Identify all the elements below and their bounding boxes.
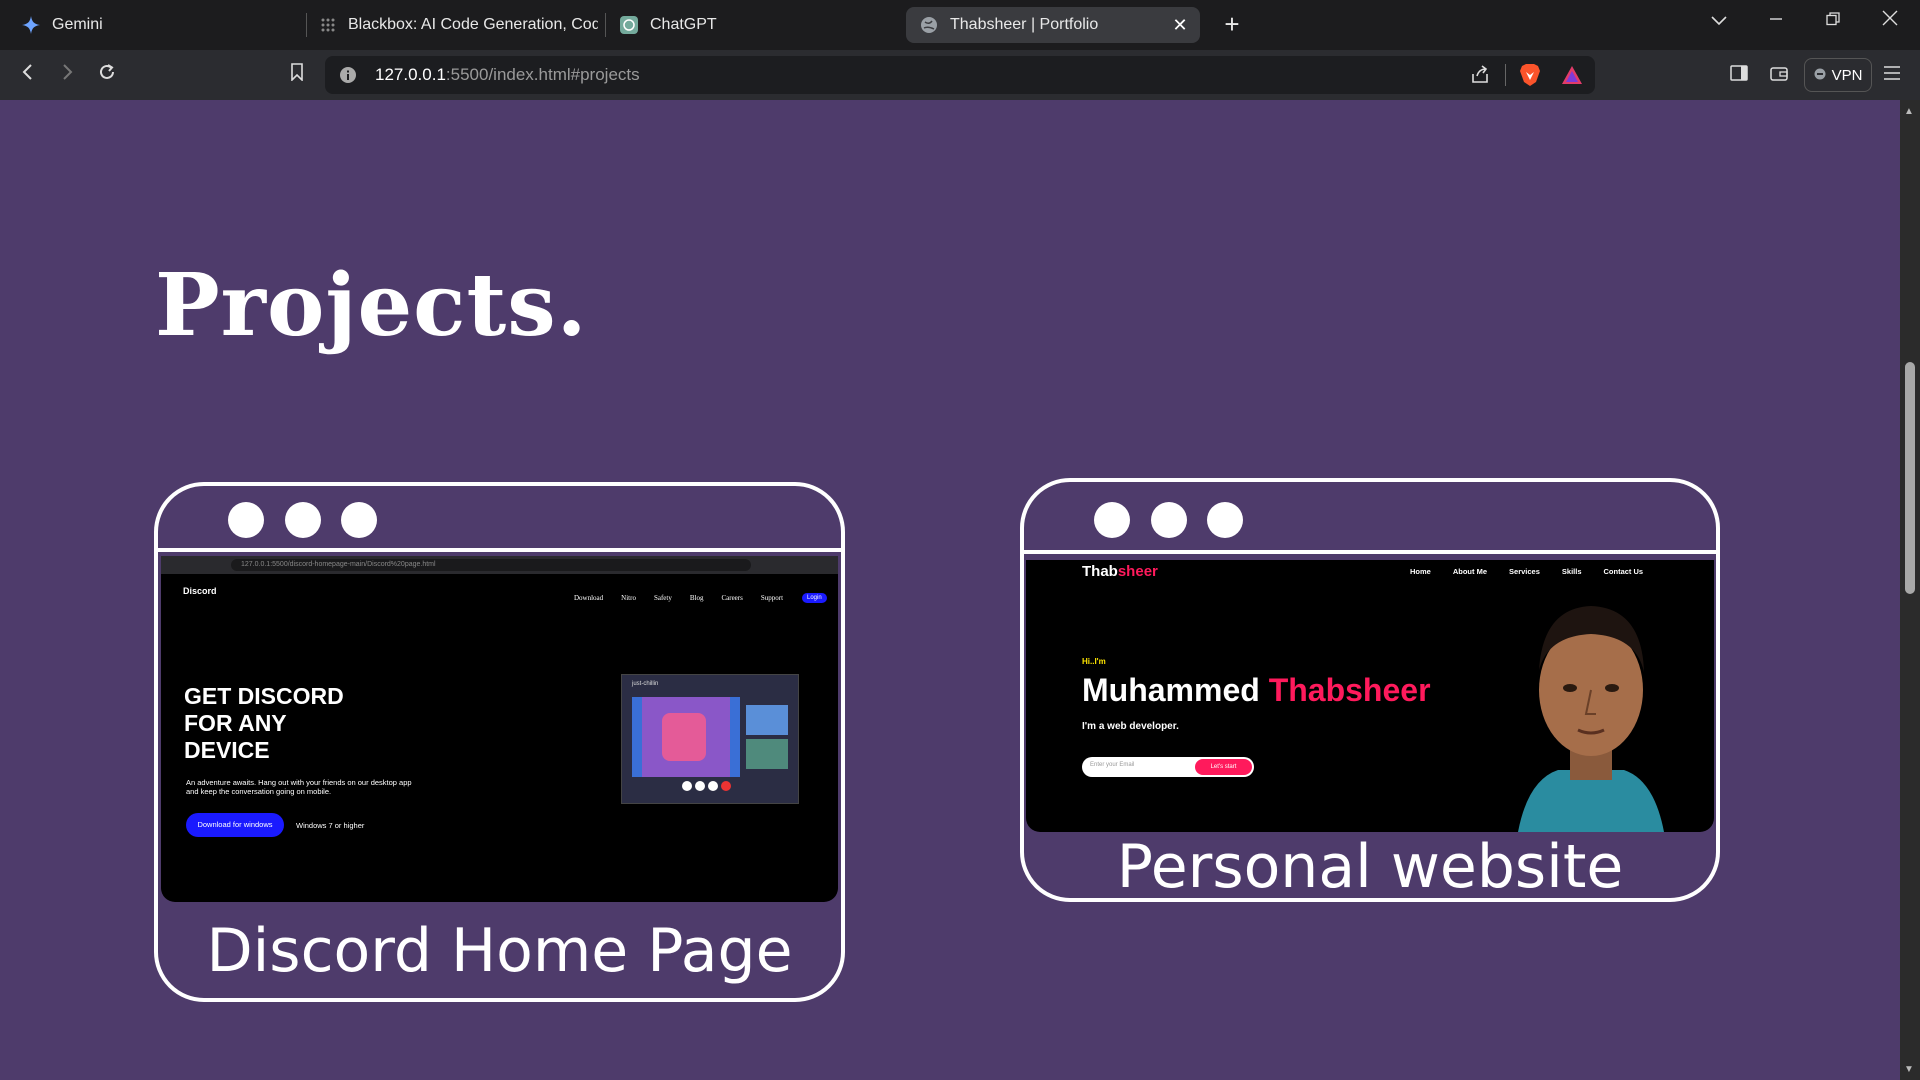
restore-icon[interactable] — [1813, 5, 1853, 35]
menu-icon[interactable] — [1877, 61, 1907, 89]
preview-logo: Thabsheer — [1082, 563, 1158, 580]
preview-download-button: Download for windows — [186, 813, 284, 837]
vpn-button[interactable]: VPN — [1804, 58, 1872, 92]
vpn-status-icon — [1814, 67, 1826, 84]
tab-gemini[interactable]: Gemini — [22, 7, 302, 43]
new-tab-button[interactable]: + — [1217, 10, 1247, 40]
preview-video-tile — [746, 739, 788, 769]
preview-discord-logo: Discord — [183, 586, 217, 596]
preview-body: An adventure awaits. Hang out with your … — [186, 778, 412, 796]
preview-portrait — [1518, 590, 1664, 832]
tab-title: ChatGPT — [650, 16, 717, 33]
preview-url: 127.0.0.1:5500/discord-homepage-main/Dis… — [231, 559, 751, 571]
tab-divider — [605, 13, 606, 37]
close-window-icon[interactable] — [1870, 5, 1910, 35]
page-viewport: Projects. 127.0.0.1:5500/discord-homepag… — [0, 100, 1900, 1080]
scroll-up-icon[interactable]: ▲ — [1904, 106, 1914, 117]
preview-video-tile — [632, 697, 740, 777]
portfolio-preview-screenshot: Thabsheer Home About Me Services Skills … — [1026, 560, 1714, 832]
brave-shields-icon[interactable] — [1519, 63, 1541, 92]
scrollbar-thumb[interactable] — [1905, 362, 1915, 594]
project-title: Personal website — [1116, 832, 1624, 902]
blackbox-icon — [320, 16, 336, 34]
globe-icon — [920, 16, 938, 34]
url-text: 127.0.0.1:5500/index.html#projects — [375, 65, 640, 84]
tab-title: Blackbox: AI Code Generation, Code — [348, 16, 598, 33]
preview-nav: Download Nitro Safety Blog Careers Suppo… — [574, 594, 784, 602]
minimize-icon[interactable] — [1756, 5, 1796, 35]
bookmark-icon[interactable] — [282, 61, 312, 89]
card-window-bar — [158, 486, 841, 552]
forward-icon[interactable] — [52, 61, 82, 89]
preview-headline: GET DISCORD FOR ANY DEVICE — [184, 683, 344, 763]
reload-icon[interactable] — [92, 61, 122, 89]
preview-name: Muhammed Thabsheer — [1082, 672, 1431, 708]
tab-portfolio[interactable]: Thabsheer | Portfolio ✕ — [906, 7, 1200, 43]
chatgpt-icon — [620, 16, 638, 34]
tab-divider — [306, 13, 307, 37]
window-dot — [1207, 502, 1243, 538]
browser-toolbar: 127.0.0.1:5500/index.html#projects VPN — [0, 50, 1920, 100]
window-dot — [1094, 502, 1130, 538]
divider — [1505, 64, 1506, 86]
preview-requirement: Windows 7 or higher — [296, 821, 365, 830]
window-dot — [341, 502, 377, 538]
back-icon[interactable] — [13, 61, 43, 89]
preview-login: Login — [802, 593, 827, 603]
address-bar[interactable]: 127.0.0.1:5500/index.html#projects — [325, 56, 1595, 94]
scrollbar[interactable]: ▲ ▼ — [1900, 100, 1920, 1080]
preview-tagline: I'm a web developer. — [1082, 721, 1179, 732]
brave-rewards-icon[interactable] — [1561, 65, 1583, 90]
site-info-icon[interactable] — [339, 66, 357, 89]
project-title: Discord Home Page — [206, 916, 793, 986]
project-card-personal-website[interactable]: Thabsheer Home About Me Services Skills … — [1020, 478, 1720, 902]
preview-greeting: Hi..I'm — [1082, 657, 1106, 666]
tab-chatgpt[interactable]: ChatGPT — [620, 7, 880, 43]
project-card-discord[interactable]: 127.0.0.1:5500/discord-homepage-main/Dis… — [154, 482, 845, 1002]
window-dot — [228, 502, 264, 538]
window-dot — [285, 502, 321, 538]
window-dot — [1151, 502, 1187, 538]
gemini-icon — [22, 16, 40, 34]
preview-nav: Home About Me Services Skills Contact Us — [1410, 567, 1644, 576]
tab-search-chevron-icon[interactable] — [1699, 5, 1739, 35]
share-icon[interactable] — [1470, 65, 1490, 90]
tab-strip: Gemini Blackbox: AI Code Generation, Cod… — [0, 0, 1920, 50]
tab-blackbox[interactable]: Blackbox: AI Code Generation, Code — [320, 7, 598, 43]
projects-heading: Projects. — [155, 255, 588, 356]
tab-title: Thabsheer | Portfolio — [950, 16, 1099, 33]
sidebar-icon[interactable] — [1724, 61, 1754, 89]
scroll-down-icon[interactable]: ▼ — [1904, 1064, 1914, 1075]
wallet-icon[interactable] — [1764, 61, 1794, 89]
discord-preview-screenshot: 127.0.0.1:5500/discord-homepage-main/Dis… — [161, 556, 838, 902]
close-tab-icon[interactable]: ✕ — [1170, 15, 1190, 35]
preview-app-mockup: just-chillin — [621, 674, 799, 804]
preview-call-controls — [682, 781, 731, 791]
card-window-bar — [1024, 482, 1716, 554]
preview-email-form: Enter your Email Let's start — [1082, 757, 1254, 777]
preview-video-tile — [746, 705, 788, 735]
tab-title: Gemini — [52, 16, 103, 33]
